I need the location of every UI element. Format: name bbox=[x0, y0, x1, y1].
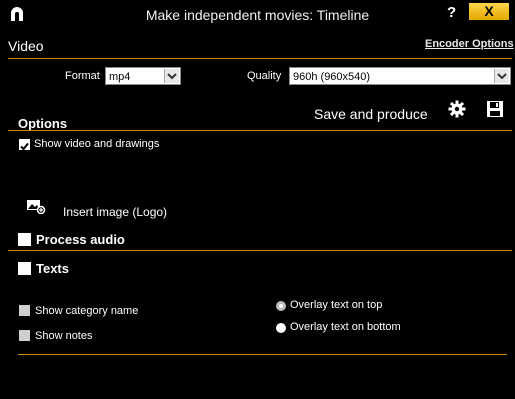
quality-select[interactable]: 960h (960x540) bbox=[289, 67, 511, 85]
chevron-down-icon bbox=[494, 69, 509, 83]
quality-value: 960h (960x540) bbox=[293, 71, 371, 83]
options-divider bbox=[8, 130, 512, 131]
show-notes-label: Show notes bbox=[35, 330, 93, 342]
insert-image-button[interactable]: Insert image (Logo) bbox=[63, 205, 167, 219]
help-button[interactable]: ? bbox=[447, 4, 456, 21]
chevron-down-icon bbox=[164, 69, 179, 83]
format-value: mp4 bbox=[109, 71, 131, 83]
format-select[interactable]: mp4 bbox=[105, 67, 181, 85]
show-category-label: Show category name bbox=[35, 305, 139, 317]
texts-checkbox[interactable] bbox=[18, 262, 31, 275]
format-label: Format bbox=[65, 70, 100, 82]
options-section-title: Options bbox=[18, 116, 68, 131]
audio-divider bbox=[8, 250, 512, 251]
show-category-checkbox[interactable] bbox=[19, 305, 30, 316]
show-video-drawings-checkbox[interactable] bbox=[19, 139, 30, 151]
window-title: Make independent movies: Timeline bbox=[145, 7, 370, 23]
overlay-top-label: Overlay text on top bbox=[290, 299, 383, 311]
overlay-bottom-radio[interactable] bbox=[276, 323, 286, 333]
video-divider bbox=[8, 58, 512, 59]
show-video-drawings-label: Show video and drawings bbox=[34, 138, 160, 150]
close-button[interactable]: X bbox=[469, 3, 509, 20]
quality-label: Quality bbox=[247, 70, 282, 82]
texts-section-title: Texts bbox=[36, 261, 69, 276]
encoder-options-link[interactable]: Encoder Options bbox=[425, 38, 514, 50]
insert-image-icon[interactable] bbox=[26, 199, 46, 220]
overlay-bottom-label: Overlay text on bottom bbox=[290, 321, 401, 333]
gear-icon[interactable] bbox=[448, 100, 466, 123]
process-audio-checkbox[interactable] bbox=[18, 233, 31, 246]
show-notes-checkbox[interactable] bbox=[19, 330, 30, 341]
overlay-top-radio[interactable] bbox=[276, 301, 286, 311]
save-icon[interactable] bbox=[486, 100, 504, 123]
texts-divider bbox=[18, 354, 507, 355]
process-audio-label: Process audio bbox=[36, 232, 125, 247]
save-and-produce-label: Save and produce bbox=[314, 106, 428, 122]
video-section-title: Video bbox=[8, 38, 44, 54]
